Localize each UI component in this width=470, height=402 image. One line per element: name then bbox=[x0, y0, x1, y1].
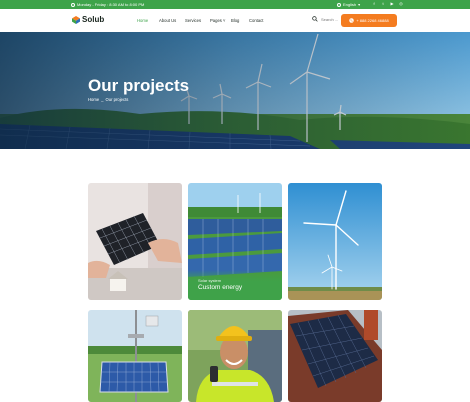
language-selector[interactable]: English ▾ bbox=[337, 2, 360, 7]
globe-icon bbox=[337, 2, 341, 7]
phone-icon bbox=[349, 18, 355, 23]
top-bar: Monday - Friday : 8:30 AM to 8:00 PM Eng… bbox=[0, 0, 470, 9]
instagram-icon[interactable]: ◎ bbox=[399, 2, 403, 6]
nav-pages-label: Pages bbox=[210, 18, 222, 23]
project-card[interactable] bbox=[88, 310, 182, 402]
project-title[interactable]: Custom energy bbox=[198, 284, 242, 291]
chevron-down-icon: ˅ bbox=[223, 18, 226, 23]
breadcrumb-separator: _ bbox=[101, 97, 104, 102]
page-title: Our projects bbox=[88, 76, 190, 95]
opening-hours: Monday - Friday : 8:30 AM to 8:00 PM bbox=[71, 2, 144, 7]
project-card[interactable] bbox=[288, 310, 382, 402]
project-category: Solar system bbox=[198, 278, 222, 283]
project-card[interactable] bbox=[88, 183, 182, 300]
project-card[interactable] bbox=[288, 183, 382, 300]
logo-icon bbox=[72, 15, 80, 24]
hero-background-image bbox=[0, 32, 470, 149]
search-icon bbox=[312, 16, 318, 22]
call-button-label: + 888 2268 46888 bbox=[356, 18, 389, 23]
breadcrumb: Home _ Our projects bbox=[88, 97, 128, 102]
twitter-icon[interactable]: t bbox=[381, 2, 385, 6]
nav-contact[interactable]: Contact bbox=[249, 18, 263, 23]
opening-hours-text: Monday - Friday : 8:30 AM to 8:00 PM bbox=[77, 2, 145, 7]
project-card[interactable]: Solar system Custom energy bbox=[188, 183, 282, 300]
breadcrumb-home[interactable]: Home bbox=[88, 97, 99, 102]
youtube-icon[interactable]: ▶ bbox=[390, 2, 394, 6]
nav-blog[interactable]: Blog bbox=[231, 18, 239, 23]
breadcrumb-current: Our projects bbox=[105, 97, 129, 102]
nav-services[interactable]: Services bbox=[185, 18, 201, 23]
page-hero: Our projects Home _ Our projects bbox=[0, 32, 470, 149]
social-links: f t ▶ ◎ bbox=[372, 2, 403, 6]
search-placeholder: Search ... bbox=[321, 16, 339, 22]
project-image-hands-solar-panel bbox=[88, 183, 182, 300]
nav-home[interactable]: Home bbox=[137, 18, 148, 23]
project-card[interactable] bbox=[188, 310, 282, 402]
logo[interactable]: Solub bbox=[72, 15, 104, 24]
project-image-wind-turbines bbox=[288, 183, 382, 300]
project-image-solar-station bbox=[88, 310, 182, 402]
facebook-icon[interactable]: f bbox=[372, 2, 376, 6]
call-button[interactable]: + 888 2268 46888 bbox=[341, 14, 397, 27]
main-header: Solub Home About Us Services Pages ˅ Blo… bbox=[0, 9, 470, 32]
chevron-down-icon: ▾ bbox=[358, 2, 361, 7]
logo-text: Solub bbox=[82, 15, 105, 24]
search-box[interactable]: Search ... bbox=[312, 16, 338, 22]
nav-about-us[interactable]: About Us bbox=[159, 18, 176, 23]
clock-icon bbox=[71, 2, 75, 7]
project-image-engineer bbox=[188, 310, 282, 402]
nav-pages[interactable]: Pages ˅ bbox=[210, 18, 226, 23]
language-label: English bbox=[343, 2, 357, 7]
project-image-roof-panels bbox=[288, 310, 382, 402]
